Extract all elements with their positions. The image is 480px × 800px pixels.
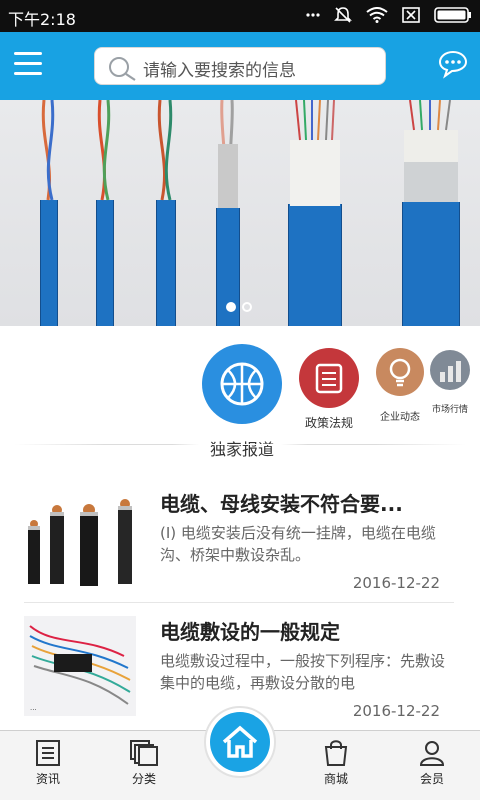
- tab-label: 会员: [419, 772, 444, 786]
- news-icon: [36, 740, 60, 766]
- battery-icon: [434, 7, 471, 23]
- basketball-icon: [202, 344, 282, 424]
- news-date: 2016-12-22: [352, 574, 440, 592]
- carousel-indicator[interactable]: [226, 302, 252, 312]
- chart-photo-icon: [430, 350, 470, 390]
- category-label: 企业动态: [380, 412, 420, 423]
- search-placeholder: 请输入要搜索的信息: [143, 61, 296, 81]
- cable-wires: [41, 100, 458, 208]
- tab-news[interactable]: 资讯: [18, 739, 78, 787]
- search-icon: [109, 57, 136, 81]
- list-divider: [24, 602, 454, 603]
- chat-icon[interactable]: [438, 49, 468, 79]
- status-bar: 下午2:18: [0, 0, 480, 32]
- home-button-circle: [210, 712, 270, 772]
- search-input[interactable]: 请输入要搜索的信息: [94, 47, 386, 85]
- tab-label: 商城: [323, 772, 348, 786]
- category-divider: [14, 444, 466, 445]
- mute-bell-icon: [334, 7, 352, 23]
- category-label: 政策法规: [304, 416, 353, 430]
- app-bar: 请输入要搜索的信息: [0, 32, 480, 100]
- news-title: 电缆、母线安装不符合要...: [160, 492, 403, 516]
- tab-category[interactable]: 分类: [114, 739, 174, 787]
- category-enterprise[interactable]: 企业动态: [372, 348, 428, 423]
- category-exclusive[interactable]: 独家报道: [196, 344, 288, 460]
- sim-off-icon: [402, 7, 420, 23]
- news-summary: 电缆敷设过程中，一般按下列程序：先敷设集中的电缆，再敷设分散的电: [160, 652, 446, 692]
- banner-carousel[interactable]: [0, 100, 480, 326]
- category-market[interactable]: 市场行情: [428, 350, 472, 415]
- news-title: 电缆敷设的一般规定: [160, 620, 340, 644]
- carousel-dot[interactable]: [242, 302, 252, 312]
- news-item[interactable]: 电缆、母线安装不符合要... (Ⅰ) 电缆安装后没有统一挂牌，电缆在电缆沟、桥架…: [0, 476, 480, 604]
- news-summary: (Ⅰ) 电缆安装后没有统一挂牌，电缆在电缆沟、桥架中敷设杂乱。: [160, 524, 436, 564]
- news-thumbnail: [24, 488, 136, 588]
- category-label: 独家报道: [209, 440, 274, 459]
- carousel-dot[interactable]: [226, 302, 236, 312]
- menu-icon[interactable]: [14, 52, 42, 78]
- home-icon: [222, 725, 258, 758]
- home-button[interactable]: [204, 706, 276, 778]
- tab-mall[interactable]: 商城: [306, 739, 366, 787]
- tab-member[interactable]: 会员: [402, 739, 462, 787]
- category-icon: [130, 740, 158, 766]
- member-icon: [419, 741, 445, 766]
- svg-text:...: ...: [30, 704, 37, 712]
- dots-icon: [306, 13, 320, 17]
- wifi-icon: [366, 7, 388, 23]
- category-strip: 独家报道 政策法规 企业动态 市场行情: [0, 326, 480, 468]
- status-time: 下午2:18: [8, 10, 76, 29]
- tab-label: 资讯: [35, 772, 60, 786]
- category-label: 市场行情: [431, 405, 468, 415]
- document-icon: [299, 348, 359, 408]
- news-date: 2016-12-22: [352, 702, 440, 720]
- status-icons: [306, 6, 472, 24]
- news-thumbnail: ...: [24, 616, 136, 716]
- lightbulb-icon: [376, 348, 424, 396]
- category-policy[interactable]: 政策法规: [296, 348, 362, 431]
- shopping-bag-icon: [324, 740, 348, 766]
- tab-label: 分类: [131, 772, 156, 786]
